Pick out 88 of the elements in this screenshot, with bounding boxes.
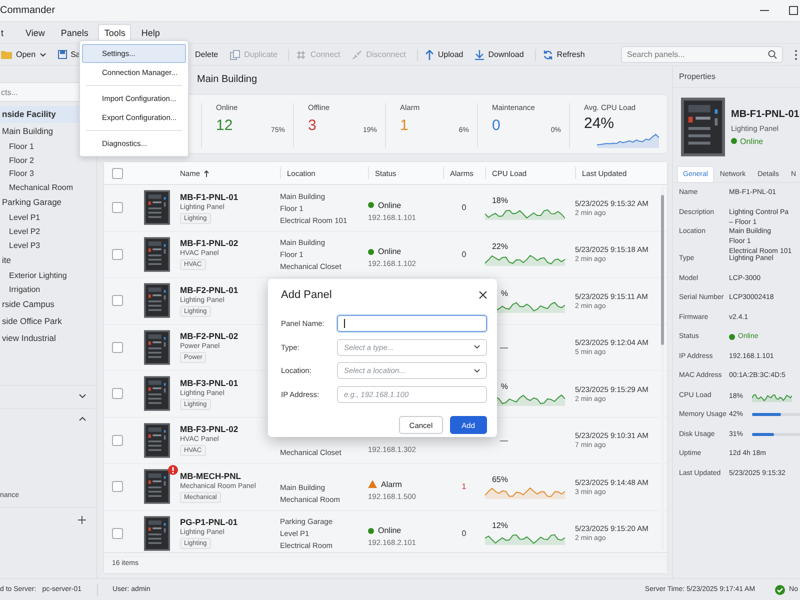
tree-item[interactable]: view Industrial xyxy=(0,330,96,348)
stat-value: 0 xyxy=(492,118,500,134)
toolbar-button[interactable]: Download xyxy=(470,48,529,62)
alarm-count: 0 xyxy=(462,528,466,538)
menu-item[interactable]: Panels xyxy=(54,24,94,42)
status-text: Online xyxy=(378,526,402,535)
tree-item[interactable]: rside Campus xyxy=(0,296,96,314)
panel-name: MB-F1-PNL-02 xyxy=(180,238,240,248)
dialog-title: Add Panel xyxy=(281,289,332,301)
status-text: Online xyxy=(378,247,402,256)
checkbox[interactable] xyxy=(112,248,123,260)
cpu-value: % xyxy=(500,288,508,298)
chevron-up-icon[interactable] xyxy=(79,417,86,421)
window-title: Commander xyxy=(0,5,56,16)
menu-item[interactable]: t xyxy=(0,24,10,42)
input-field[interactable] xyxy=(337,315,487,332)
stat-value: 12 xyxy=(216,118,233,134)
checkbox[interactable] xyxy=(112,481,123,492)
tree-item[interactable]: Mechanical Room xyxy=(0,180,96,194)
checkbox[interactable] xyxy=(112,528,123,539)
download-icon xyxy=(475,50,484,60)
link-icon xyxy=(352,50,362,60)
refresh-icon xyxy=(542,50,553,60)
tree-item[interactable]: Parking Garage xyxy=(0,194,96,212)
tree-item[interactable]: Floor 3 xyxy=(0,167,96,181)
section-title: Main Building xyxy=(197,73,258,87)
alarm-count: 0 xyxy=(462,250,466,259)
panel-name: MB-F1-PNL-01 xyxy=(731,108,800,120)
checkbox[interactable] xyxy=(112,295,123,306)
maximize-icon[interactable] xyxy=(789,6,798,15)
add-icon[interactable] xyxy=(78,516,86,524)
status-text: Online xyxy=(378,200,402,210)
search-field[interactable]: Search panels... xyxy=(621,46,783,63)
cpu-value: 65% xyxy=(490,474,508,484)
close-icon[interactable] xyxy=(479,291,487,299)
cpu-value: 22% xyxy=(490,242,508,252)
panel-name: PG-P1-PNL-01 xyxy=(180,517,239,528)
panel-name: MB-F2-PNL-02 xyxy=(180,331,240,342)
cpu-value: — xyxy=(499,436,508,445)
chevron-down-icon[interactable] xyxy=(79,394,86,398)
copy-icon xyxy=(230,50,240,60)
panel-name: MB-MECH-PNL xyxy=(180,470,242,481)
cpu-value: 12% xyxy=(490,521,508,530)
toolbar-button[interactable]: Open xyxy=(0,48,51,61)
panel-title: Properties xyxy=(673,66,800,88)
menu-item[interactable]: View xyxy=(20,24,51,42)
save-icon xyxy=(58,50,67,59)
status-text: Alarm xyxy=(381,480,402,488)
cpu-value: % xyxy=(500,382,508,391)
tree-item[interactable]: ite xyxy=(0,252,96,270)
checkbox[interactable] xyxy=(112,434,123,446)
chevron-down-icon xyxy=(474,368,480,373)
stat-value: 3 xyxy=(308,118,316,134)
sparkline xyxy=(597,132,659,148)
search-icon xyxy=(768,50,777,59)
panel-name: MB-F1-PNL-01 xyxy=(180,192,240,202)
alarm-count: 0 xyxy=(462,203,466,212)
tree-item[interactable]: Level P3 xyxy=(0,238,96,252)
cpu-value: — xyxy=(499,342,508,352)
tree-item[interactable]: Level P1 xyxy=(0,211,96,225)
alarm-count: 1 xyxy=(462,482,466,492)
toolbar-button[interactable]: Delete xyxy=(194,48,224,61)
tree-item[interactable]: side Office Park xyxy=(0,313,96,330)
toolbar-button[interactable]: Upload xyxy=(424,48,468,62)
minimize-icon[interactable] xyxy=(760,10,769,12)
menu-item[interactable]: Help xyxy=(135,24,166,42)
checkbox[interactable] xyxy=(112,342,123,353)
sparkline xyxy=(752,392,792,402)
cpu-value: 18% xyxy=(490,196,508,205)
folder-icon xyxy=(1,50,12,59)
menu-item[interactable]: Tools xyxy=(98,24,132,42)
status-text: Online xyxy=(740,136,764,146)
tree-item[interactable]: Irrigation xyxy=(0,282,96,296)
chevron-down-icon xyxy=(474,345,480,350)
panel-name: MB-F2-PNL-01 xyxy=(180,284,240,295)
tree-item[interactable]: Level P2 xyxy=(0,224,96,239)
tree-item[interactable]: Floor 2 xyxy=(0,154,96,168)
checkbox[interactable] xyxy=(112,388,123,400)
panel-name: MB-F3-PNL-02 xyxy=(180,424,240,434)
scrollbar[interactable] xyxy=(661,187,664,550)
stat-value: 1 xyxy=(400,118,408,134)
panel-name: MB-F3-PNL-01 xyxy=(180,378,240,388)
checkbox[interactable] xyxy=(112,168,123,178)
tree-item[interactable]: Exterior Lighting xyxy=(0,269,96,283)
checkbox[interactable] xyxy=(112,202,123,214)
upload-icon xyxy=(424,50,434,60)
toolbar-button[interactable]: Refresh xyxy=(542,48,590,62)
stat-value: 24% xyxy=(584,116,614,132)
